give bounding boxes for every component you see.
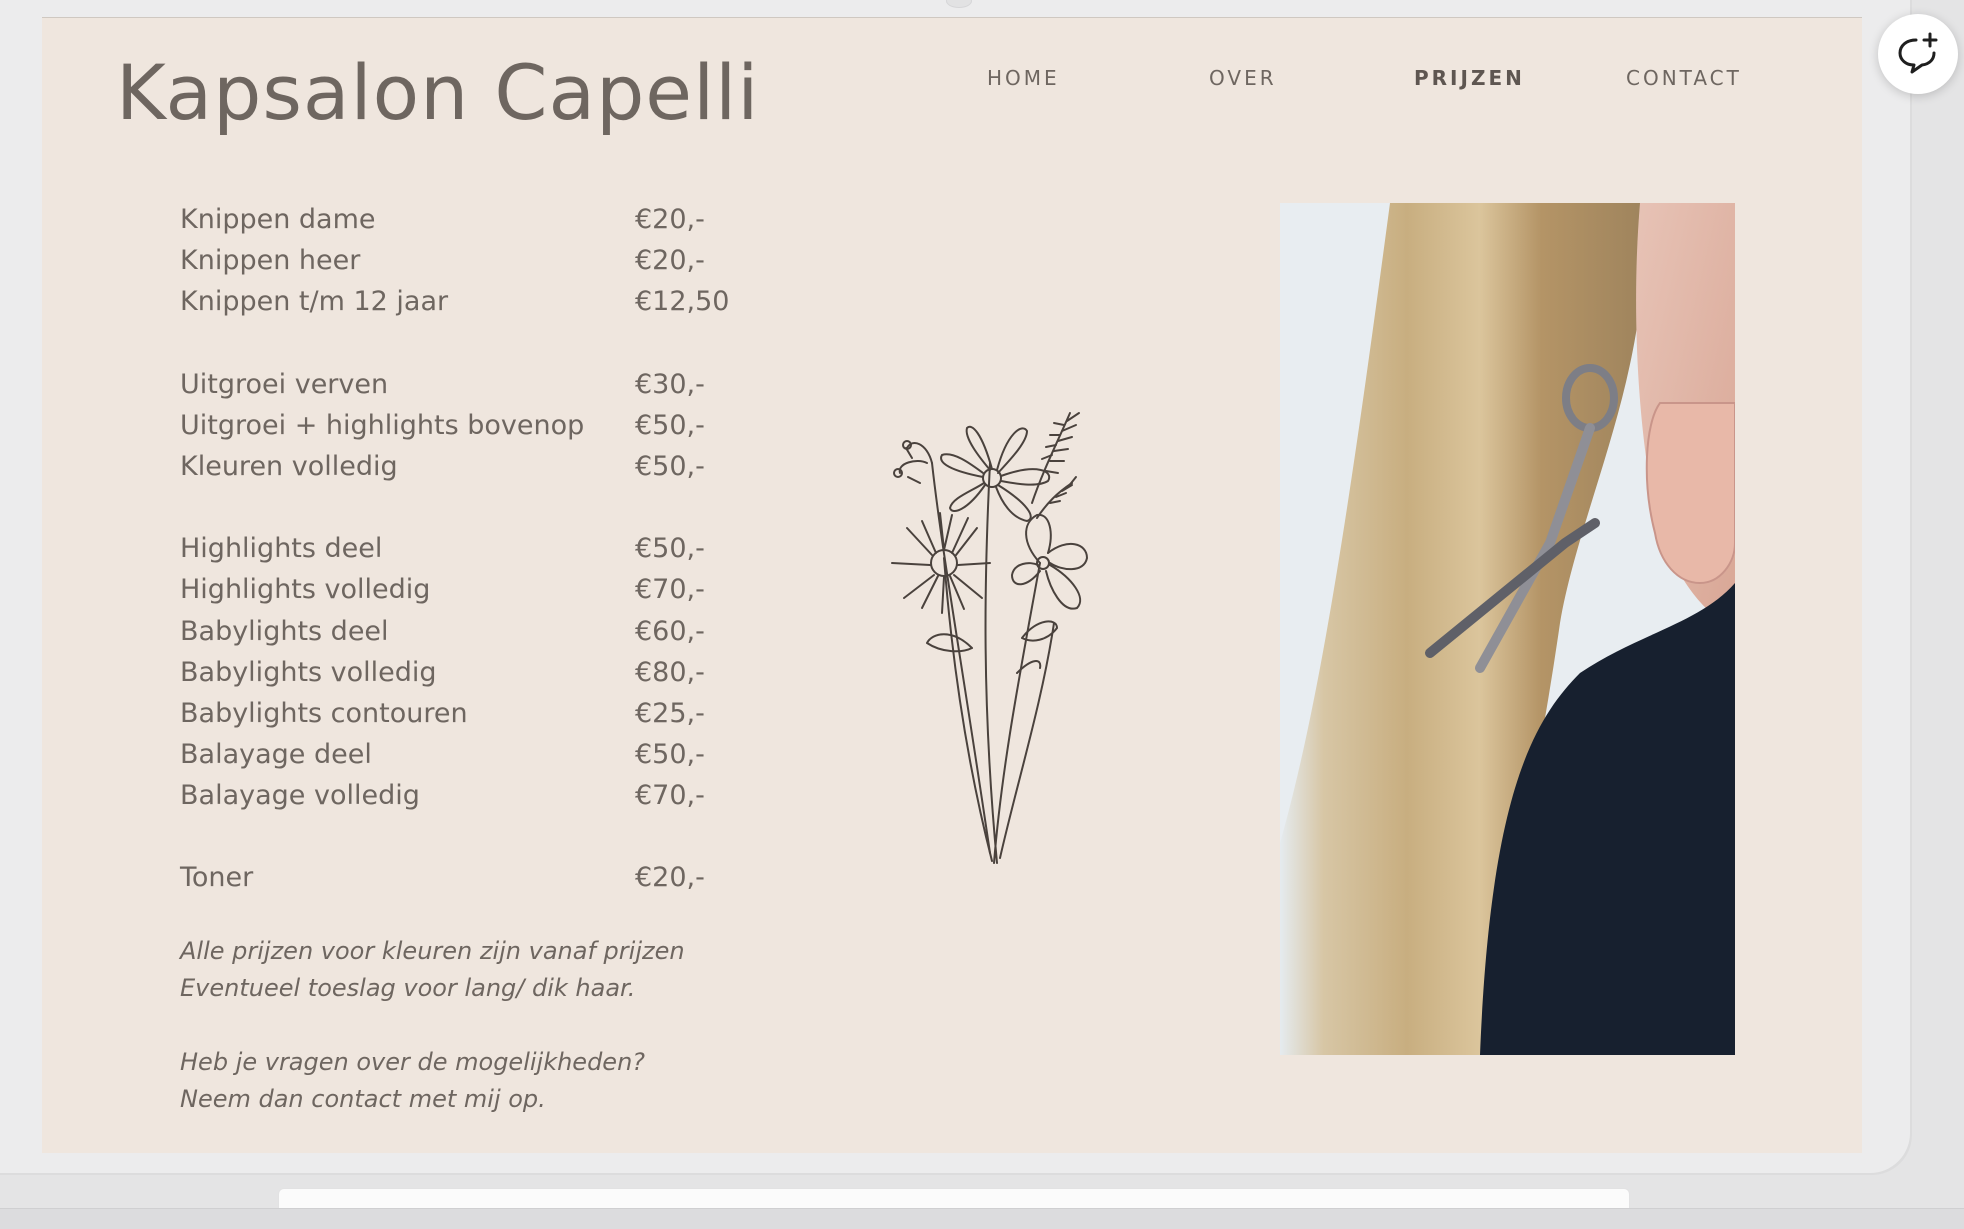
price-amount: €25,- [635, 697, 705, 729]
price-row: Babylights contouren €25,- [180, 698, 780, 739]
website-screen: Kapsalon Capelli HOME OVER PRIJZEN CONTA… [42, 17, 1862, 1153]
price-list: Knippen dame €20,- Knippen heer €20,- Knip… [180, 204, 780, 904]
price-amount: €50,- [635, 450, 705, 482]
price-amount: €80,- [635, 656, 705, 688]
price-amount: €50,- [635, 739, 705, 771]
price-row: Knippen dame €20,- [180, 204, 780, 245]
nav-home[interactable]: HOME [987, 66, 1060, 90]
price-label: Balayage volledig [180, 780, 420, 812]
price-label: Knippen t/m 12 jaar [180, 286, 449, 318]
price-row: Uitgroei verven €30,- [180, 369, 780, 410]
chat-bubble-plus-icon [1898, 32, 1938, 74]
price-amount: €70,- [635, 574, 705, 606]
photo-illustration [1280, 203, 1735, 1055]
price-label: Highlights volledig [180, 574, 431, 606]
price-amount: €70,- [635, 780, 705, 812]
price-row: Balayage deel €50,- [180, 739, 780, 780]
price-amount: €20,- [635, 204, 705, 235]
price-label: Toner [180, 862, 254, 894]
note-line: Alle prijzen voor kleuren zijn vanaf pri… [180, 937, 685, 965]
nav-prijzen[interactable]: PRIJZEN [1414, 66, 1525, 90]
price-row: Uitgroei + highlights bovenop €50,- [180, 410, 780, 451]
hair-photo [1280, 203, 1735, 1055]
price-label: Knippen heer [180, 245, 361, 277]
price-row: Babylights deel €60,- [180, 616, 780, 657]
price-row: Highlights volledig €70,- [180, 574, 780, 615]
price-row: Knippen heer €20,- [180, 245, 780, 286]
price-label: Babylights volledig [180, 656, 437, 688]
nav-contact[interactable]: CONTACT [1626, 66, 1742, 90]
price-label: Balayage deel [180, 739, 372, 771]
price-label: Babylights deel [180, 615, 389, 647]
price-label: Knippen dame [180, 204, 376, 235]
price-amount: €50,- [635, 533, 705, 565]
price-row: Balayage volledig €70,- [180, 780, 780, 821]
price-label: Highlights deel [180, 533, 383, 565]
flower-bouquet-illustration [891, 412, 1088, 864]
price-label: Uitgroei verven [180, 368, 389, 400]
note-line: Neem dan contact met mij op. [180, 1085, 546, 1113]
price-row: Toner €20,- [180, 862, 780, 903]
price-label: Kleuren volledig [180, 450, 398, 482]
price-row: Highlights deel €50,- [180, 533, 780, 574]
chat-button[interactable] [1878, 14, 1958, 94]
site-title[interactable]: Kapsalon Capelli [116, 48, 759, 137]
price-amount: €30,- [635, 368, 705, 400]
price-row: Knippen t/m 12 jaar €12,50 [180, 286, 780, 327]
price-amount: €20,- [635, 862, 705, 894]
price-notes: Alle prijzen voor kleuren zijn vanaf pri… [180, 933, 685, 1118]
price-label: Babylights contouren [180, 697, 468, 729]
price-amount: €50,- [635, 409, 705, 441]
price-amount: €12,50 [635, 286, 730, 318]
price-amount: €20,- [635, 245, 705, 277]
price-label: Uitgroei + highlights bovenop [180, 409, 585, 441]
price-amount: €60,- [635, 615, 705, 647]
note-line: Eventueel toeslag voor lang/ dik haar. [180, 974, 636, 1002]
nav-over[interactable]: OVER [1209, 66, 1277, 90]
price-row: Babylights volledig €80,- [180, 657, 780, 698]
laptop-base [0, 1208, 1964, 1229]
note-line: Heb je vragen over de mogelijkheden? [180, 1048, 646, 1076]
price-row: Kleuren volledig €50,- [180, 451, 780, 492]
camera-notch [946, 0, 972, 8]
